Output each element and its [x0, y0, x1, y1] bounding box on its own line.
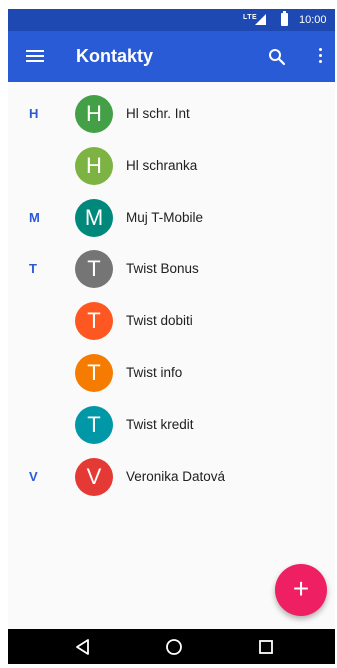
section-letter: V	[29, 468, 38, 484]
battery-icon	[281, 11, 288, 26]
contact-row[interactable]: T Twist kredit	[8, 399, 335, 451]
app-bar: Kontakty	[8, 31, 335, 82]
add-contact-button[interactable]: +	[275, 564, 327, 616]
contact-name: Veronika Datová	[126, 468, 226, 484]
contact-name: Hl schr. Int	[126, 106, 190, 121]
contact-name: Twist kredit	[126, 416, 194, 432]
menu-icon[interactable]	[26, 50, 44, 63]
search-icon[interactable]	[267, 47, 287, 67]
signal-icon	[255, 14, 266, 25]
contact-list: H H Hl schr. Int H Hl schranka M M Muj T-Mobile…	[8, 88, 335, 502]
contact-name: Twist info	[126, 364, 183, 380]
contact-name: Muj T-Mobile	[126, 209, 204, 225]
contact-row[interactable]: H Hl schranka	[8, 140, 335, 192]
contact-row[interactable]: H H Hl schr. Int	[8, 88, 335, 140]
section-letter: H	[29, 106, 39, 121]
home-icon[interactable]	[164, 637, 184, 657]
contact-row[interactable]: V V Veronika Datová	[8, 451, 335, 503]
avatar: M	[75, 198, 113, 237]
status-bar: LTE 10:00	[8, 9, 335, 31]
avatar: T	[75, 405, 113, 444]
contact-row[interactable]: T Twist dobiti	[8, 295, 335, 347]
section-letter: T	[29, 261, 37, 277]
phone-screen: LTE 10:00 Kontakty H H Hl schr. Int H Hl sch…	[8, 9, 335, 664]
contact-name: Hl schranka	[126, 157, 198, 173]
more-vert-icon[interactable]	[314, 46, 326, 66]
contact-name: Twist Bonus	[126, 261, 199, 277]
status-time: 10:00	[299, 14, 327, 26]
navigation-bar	[8, 629, 335, 664]
contact-row[interactable]: M M Muj T-Mobile	[8, 192, 335, 244]
page-title: Kontakty	[76, 46, 154, 66]
contact-row[interactable]: T T Twist Bonus	[8, 243, 335, 295]
avatar: T	[75, 353, 113, 392]
contact-name: Twist dobiti	[126, 313, 193, 329]
avatar: H	[75, 146, 113, 185]
add-icon: +	[292, 573, 310, 604]
avatar: V	[75, 457, 113, 496]
section-letter: M	[29, 209, 40, 225]
avatar: T	[75, 250, 113, 289]
avatar: H	[75, 95, 113, 133]
avatar: T	[75, 302, 113, 341]
back-icon[interactable]	[73, 637, 93, 657]
contact-row[interactable]: T Twist info	[8, 347, 335, 399]
recents-icon[interactable]	[256, 637, 276, 657]
